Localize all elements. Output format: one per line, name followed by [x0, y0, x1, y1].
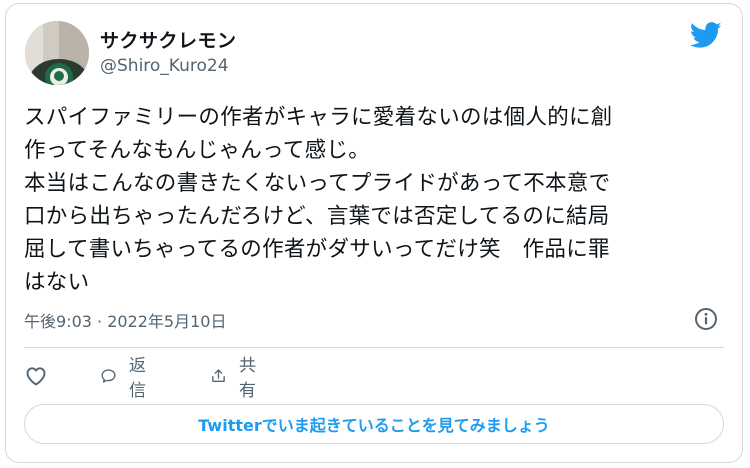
share-label: 共有	[238, 356, 256, 401]
reply-label: 返信	[128, 356, 146, 401]
tweet-line: はない	[24, 270, 90, 295]
reply-button[interactable]: 返信	[100, 356, 153, 401]
info-icon[interactable]	[694, 307, 718, 331]
tweet-line: スパイファミリーの作者がキャラに愛着ないのは個人的に創	[24, 105, 613, 130]
share-button[interactable]: 共有	[210, 356, 263, 401]
tweet-text: スパイファミリーの作者がキャラに愛着ないのは個人的に創 作ってそんなもんじゃんっ…	[24, 101, 730, 299]
like-button[interactable]	[24, 361, 48, 391]
handle[interactable]: @Shiro_Kuro24	[100, 56, 229, 76]
avatar-photo	[25, 21, 89, 85]
heart-icon	[26, 367, 46, 386]
share-icon	[212, 369, 225, 382]
twitter-bird-icon[interactable]	[690, 22, 722, 49]
tweet-line: 本当はこんなの書きたくないってプライドがあって不本意で	[24, 171, 611, 196]
tweet-line: 屈して書いちゃってるの作者がダサいってだけ笑 作品に罪	[24, 237, 610, 262]
tweet-card: サクサクレモン @Shiro_Kuro24 スパイファミリーの作者がキャラに愛着…	[5, 3, 743, 463]
display-name[interactable]: サクサクレモン	[100, 26, 237, 53]
tweet-line: 口から出ちゃったんだろけど、言葉では否定してるのに結局	[24, 204, 610, 229]
cta-button[interactable]: Twitterでいま起きていることを見てみましょう	[24, 404, 724, 444]
divider	[24, 347, 724, 348]
speech-bubble-icon	[101, 369, 116, 383]
timestamp[interactable]: 午後9:03 · 2022年5月10日	[24, 308, 226, 332]
avatar[interactable]	[25, 21, 89, 85]
tweet-line: 作ってそんなもんじゃんって感じ。	[24, 138, 371, 163]
